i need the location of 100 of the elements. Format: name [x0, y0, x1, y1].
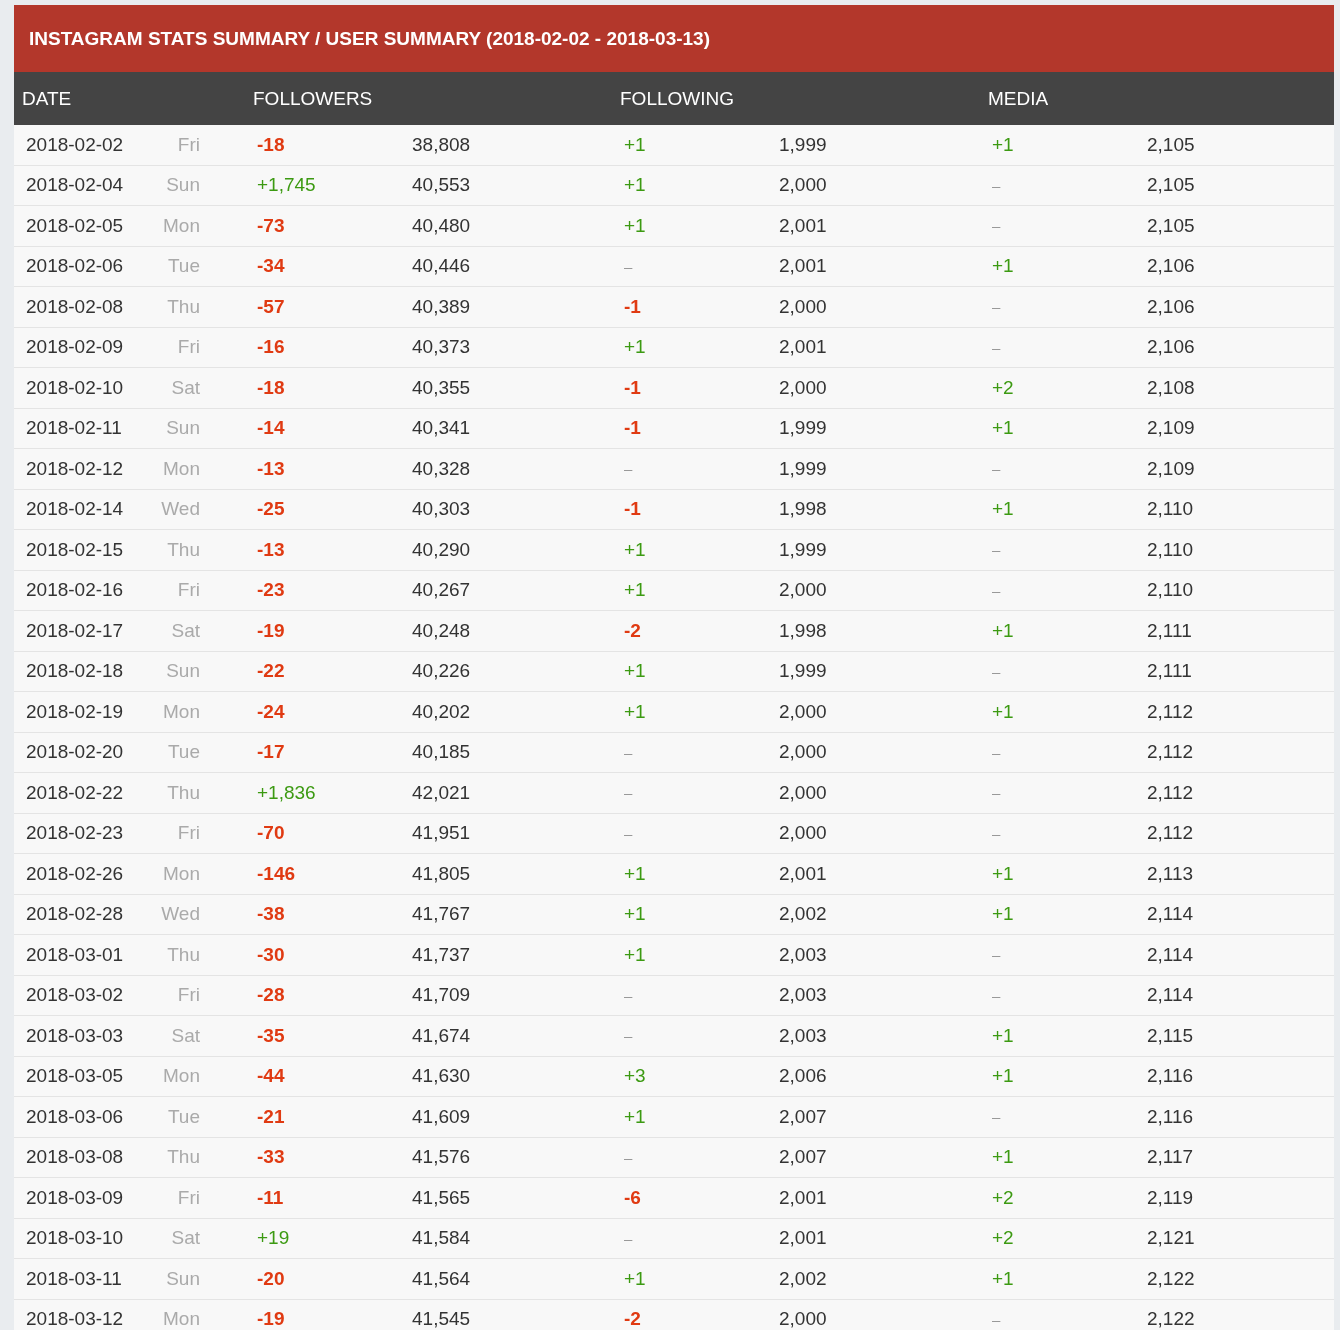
- total-cell-text: 41,576: [411, 1146, 472, 1169]
- date-cell-text: 2018-03-06: [25, 1105, 125, 1128]
- total-cell-text: 2,116: [1146, 1105, 1195, 1128]
- date-cell-text: 2018-03-02: [25, 984, 125, 1007]
- total-cell-text: 2,117: [1146, 1146, 1195, 1169]
- weekday-cell-text: Sat: [170, 1024, 201, 1047]
- change-cell-text: –: [991, 581, 1002, 599]
- total-cell-text: 2,006: [778, 1065, 828, 1088]
- total-cell-text: 2,000: [778, 741, 828, 764]
- total-cell-text: 2,111: [1146, 619, 1193, 642]
- weekday-cell-text: Thu: [166, 943, 201, 966]
- total-cell-text: 2,112: [1146, 741, 1195, 764]
- total-cell-text: 2,109: [1146, 417, 1196, 440]
- total-cell-text: 2,007: [778, 1146, 828, 1169]
- total-cell-text: 2,121: [1146, 1227, 1196, 1250]
- change-cell-text: -11: [256, 1186, 285, 1209]
- total-cell-text: 40,341: [411, 417, 472, 440]
- weekday-cell-text: Sun: [165, 660, 201, 683]
- change-cell-text: -6: [623, 1186, 642, 1209]
- date-cell-text: 2018-02-12: [25, 457, 125, 480]
- date-cell-text: 2018-02-22: [25, 781, 125, 804]
- total-cell-text: 2,001: [778, 255, 828, 278]
- date-cell-text: 2018-03-05: [25, 1065, 125, 1088]
- weekday-cell-text: Mon: [162, 457, 201, 480]
- total-cell-text: 41,709: [411, 984, 472, 1007]
- total-cell-text: 2,105: [1146, 133, 1196, 156]
- change-cell-text: -1: [623, 498, 642, 521]
- change-cell-text: -44: [256, 1065, 286, 1088]
- date-cell-text: 2018-02-15: [25, 538, 125, 561]
- total-cell-text: 40,202: [411, 700, 472, 723]
- weekday-cell-text: Sat: [170, 619, 201, 642]
- total-cell-text: 2,114: [1146, 943, 1195, 966]
- total-cell-text: 2,001: [778, 1186, 828, 1209]
- total-cell-text: 41,767: [411, 903, 472, 926]
- total-cell-text: 2,110: [1146, 538, 1195, 561]
- total-cell-text: 2,000: [778, 579, 828, 602]
- change-cell-text: -1: [623, 376, 642, 399]
- change-cell-text: +1: [991, 498, 1015, 521]
- total-cell-text: 40,389: [411, 295, 472, 318]
- total-cell-text: 2,115: [1146, 1024, 1195, 1047]
- total-cell-text: 2,000: [778, 781, 828, 804]
- change-cell-text: -18: [256, 376, 286, 399]
- change-cell-text: +1: [623, 1105, 647, 1128]
- total-cell-text: 2,112: [1146, 781, 1195, 804]
- change-cell-text: –: [623, 460, 634, 478]
- weekday-cell-text: Fri: [176, 984, 201, 1007]
- total-cell-text: 2,114: [1146, 903, 1195, 926]
- change-cell-text: –: [623, 1229, 634, 1247]
- total-cell-text: 2,000: [778, 376, 828, 399]
- column-header: FOLLOWERS: [252, 87, 374, 110]
- total-cell-text: 40,446: [411, 255, 472, 278]
- total-cell-text: 2,106: [1146, 336, 1196, 359]
- change-cell-text: +1: [623, 1267, 647, 1290]
- total-cell-text: 1,998: [778, 619, 828, 642]
- total-cell-text: 2,113: [1146, 862, 1195, 885]
- total-cell-text: 2,000: [778, 295, 828, 318]
- total-cell-text: 2,106: [1146, 295, 1196, 318]
- change-cell-text: +1: [623, 943, 647, 966]
- date-cell-text: 2018-02-04: [25, 174, 125, 197]
- total-cell-text: 2,116: [1146, 1065, 1195, 1088]
- change-cell-text: +2: [991, 1186, 1015, 1209]
- total-cell-text: 41,609: [411, 1105, 472, 1128]
- change-cell-text: –: [623, 784, 634, 802]
- total-cell-text: 41,584: [411, 1227, 472, 1250]
- total-cell-text: 2,000: [778, 822, 828, 845]
- date-cell-text: 2018-02-10: [25, 376, 125, 399]
- total-cell-text: 41,630: [411, 1065, 472, 1088]
- change-cell-text: +1: [623, 862, 647, 885]
- total-cell-text: 41,564: [411, 1267, 472, 1290]
- total-cell-text: 40,303: [411, 498, 472, 521]
- change-cell-text: –: [991, 338, 1002, 356]
- change-cell-text: –: [991, 541, 1002, 559]
- change-cell-text: –: [991, 946, 1002, 964]
- weekday-cell-text: Fri: [176, 1186, 201, 1209]
- total-cell-text: 2,108: [1146, 376, 1196, 399]
- change-cell-text: +1: [991, 255, 1015, 278]
- change-cell-text: –: [991, 460, 1002, 478]
- change-cell-text: -22: [256, 660, 286, 683]
- date-cell-text: 2018-02-11: [25, 417, 123, 440]
- total-cell-text: 2,001: [778, 214, 828, 237]
- total-cell-text: 2,109: [1146, 457, 1196, 480]
- total-cell-text: 1,999: [778, 660, 828, 683]
- total-cell-text: 2,007: [778, 1105, 828, 1128]
- date-cell-text: 2018-03-10: [25, 1227, 125, 1250]
- change-cell-text: –: [991, 1108, 1002, 1126]
- total-cell-text: 2,110: [1146, 498, 1195, 521]
- total-cell-text: 2,111: [1146, 660, 1193, 683]
- total-cell-text: 40,267: [411, 579, 472, 602]
- change-cell-text: +2: [991, 1227, 1015, 1250]
- change-cell-text: +3: [623, 1065, 647, 1088]
- weekday-cell-text: Sat: [170, 1227, 201, 1250]
- change-cell-text: +1: [623, 538, 647, 561]
- total-cell-text: 2,114: [1146, 984, 1195, 1007]
- total-cell-text: 2,122: [1146, 1267, 1196, 1290]
- change-cell-text: -21: [256, 1105, 286, 1128]
- date-cell-text: 2018-03-11: [25, 1267, 123, 1290]
- weekday-cell-text: Thu: [166, 295, 201, 318]
- change-cell-text: -57: [256, 295, 286, 318]
- date-cell-text: 2018-02-06: [25, 255, 125, 278]
- date-cell-text: 2018-03-01: [25, 943, 125, 966]
